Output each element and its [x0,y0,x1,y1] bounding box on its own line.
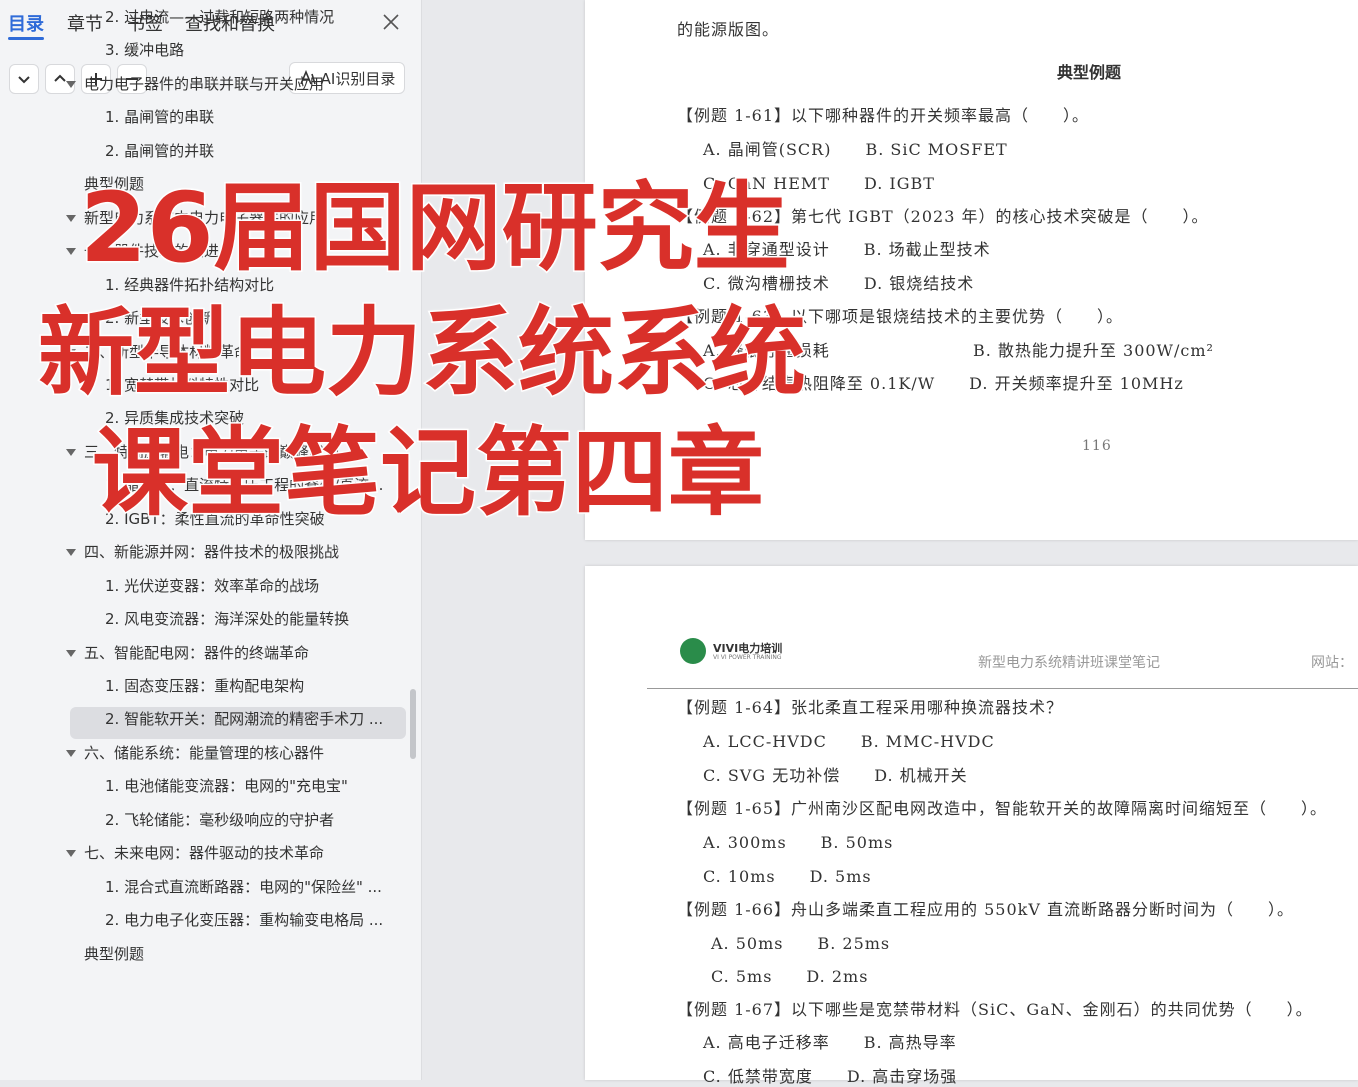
close-icon[interactable] [381,12,401,32]
options-1-65-cd: C. 10ms D. 5ms [703,867,872,886]
header-title: 新型电力系统精讲班课堂笔记 [978,655,1160,671]
question-1-64: 【例题 1-64】张北柔直工程采用哪种换流器技术？ [677,698,1064,717]
toc-item[interactable]: 1. 固态变压器：重构配电架构 [105,671,304,701]
toc-item[interactable]: 1. 混合式直流断路器：电网的"保险丝" ... [105,872,382,902]
toc-item[interactable]: 典型例题 [84,939,144,969]
sidebar-scrollbar[interactable] [410,689,416,759]
expand-arrow-icon[interactable] [66,549,76,557]
header-website: 网站： [1311,655,1353,671]
overlay-title-line-2: 新型电力系统系统 [37,296,808,411]
toc-item[interactable]: 四、新能源并网：器件技术的极限挑战 [84,537,339,567]
overlay-title-line-1: 26届国网研究生 [79,171,792,286]
expand-up-button[interactable] [45,64,75,94]
section-title: 典型例题 [1057,63,1122,82]
document-page-117: VIVI电力培训 VI VI POWER TRAINING 新型电力系统精讲班课… [585,566,1358,1086]
options-1-64-ab: A. LCC-HVDC B. MMC-HVDC [703,732,995,751]
toc-item[interactable]: 3. 缓冲电路 [105,35,184,65]
body-text: 的能源版图。 [677,20,780,39]
page-number: 116 [1082,438,1112,454]
vivi-logo-icon [680,638,706,664]
expand-arrow-icon[interactable] [66,80,76,88]
toc-item[interactable]: 六、储能系统：能量管理的核心器件 [84,738,324,768]
toc-item[interactable]: 五、智能配电网：器件的终端革命 [84,638,309,668]
toc-item[interactable]: 2. 飞轮储能：毫秒级响应的守护者 [105,805,334,835]
tab-chapters[interactable]: 章节 [67,10,103,36]
header-divider [647,688,1358,689]
toc-item[interactable]: 2. 风电变流器：海洋深处的能量转换 [105,604,349,634]
ai-button-label: AI识别目录 [320,69,396,88]
toc-item[interactable]: 1. 晶闸管的串联 [105,102,214,132]
overlay-title-line-3: 课堂笔记第四章 [91,416,766,531]
toc-item[interactable]: 2. 过电流——过载和短路两种情况 [105,2,334,32]
question-1-65: 【例题 1-65】广州南沙区配电网改造中，智能软开关的故障隔离时间缩短至（ ）。 [677,799,1328,818]
options-1-67-ab: A. 高电子迁移率 B. 高热导率 [703,1033,957,1052]
active-tab-indicator [8,37,44,40]
options-1-65-ab: A. 300ms B. 50ms [703,833,894,852]
expand-arrow-icon[interactable] [66,850,76,858]
options-1-66-ab: A. 50ms B. 25ms [711,934,891,953]
options-1-67-cd: C. 低禁带宽度 D. 高击穿场强 [703,1067,958,1086]
question-1-67: 【例题 1-67】以下哪些是宽禁带材料（SiC、GaN、金刚石）的共同优势（ ）… [677,1000,1313,1019]
chevron-up-icon [54,74,66,82]
expand-arrow-icon[interactable] [66,749,76,757]
chevron-down-icon [18,76,30,84]
question-1-66: 【例题 1-66】舟山多端柔直工程应用的 550kV 直流断路器分断时间为（ ）… [677,900,1294,919]
toc-item[interactable]: 2. 电力电子化变压器：重构输变电格局 ... [105,905,383,935]
expand-arrow-icon[interactable] [66,649,76,657]
collapse-down-button[interactable] [9,64,39,94]
logo-subtext: VI VI POWER TRAINING [713,654,782,661]
question-1-61: 【例题 1-61】以下哪种器件的开关频率最高（ ）。 [677,106,1090,125]
toc-item[interactable]: 1. 光伏逆变器：效率革命的战场 [105,571,319,601]
options-1-64-cd: C. SVG 无功补偿 D. 机械开关 [703,766,968,785]
options-1-66-cd: C. 5ms D. 2ms [711,967,869,986]
toc-item[interactable]: 1. 电池储能变流器：电网的"充电宝" [105,771,348,801]
option-1-63-b: B. 散热能力提升至 300W/cm² [973,341,1214,360]
expand-arrow-icon[interactable] [66,214,76,222]
toc-item[interactable]: 2. 智能软开关：配网潮流的精密手术刀 ... [105,704,383,734]
toc-item[interactable]: 七、未来电网：器件驱动的技术革命 [84,838,324,868]
expand-arrow-icon[interactable] [66,248,76,256]
tab-toc[interactable]: 目录 [8,10,44,36]
toc-item[interactable]: 电力电子器件的串联并联与开关应用 [84,69,324,99]
expand-arrow-icon[interactable] [66,448,76,456]
